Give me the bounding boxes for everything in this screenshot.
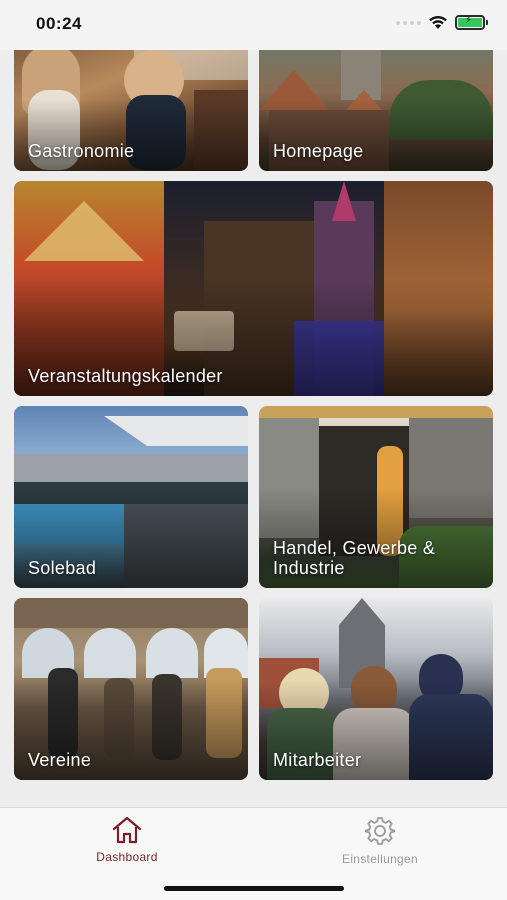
home-indicator [164,886,344,891]
home-icon [112,816,142,844]
wifi-icon [429,15,447,29]
tile-vereine[interactable]: Vereine [14,598,248,780]
tile-solebad[interactable]: Solebad [14,406,248,588]
status-time: 00:24 [36,14,82,33]
tile-handel-gewerbe-industrie[interactable]: Handel, Gewerbe & Industrie [259,406,493,588]
tile-label-gastronomie: Gastronomie [28,141,135,161]
tab-label-dashboard: Dashboard [96,850,158,864]
status-bar: 00:24 ⚡ [0,0,507,50]
tile-label-mitarbeiter: Mitarbeiter [273,750,362,770]
status-icons: ⚡ [396,15,488,30]
tile-label-veranstaltungskalender: Veranstaltungskalender [28,366,223,386]
dashboard-grid: Gastronomie Homepage Veranstaltungskalen… [0,50,507,807]
tab-label-einstellungen: Einstellungen [342,852,418,866]
tile-label-homepage: Homepage [273,141,364,161]
tab-bar: Dashboard Einstellungen [0,807,507,900]
tab-einstellungen[interactable]: Einstellungen [320,816,440,876]
tile-gastronomie[interactable]: Gastronomie [14,50,248,171]
tile-label-vereine: Vereine [28,750,92,770]
tile-label-solebad: Solebad [28,558,97,578]
tile-label-handel-gewerbe-industrie: Handel, Gewerbe & Industrie [273,538,436,578]
tile-veranstaltungskalender[interactable]: Veranstaltungskalender [14,181,493,396]
battery-charging-icon: ⚡ [455,15,488,30]
gear-icon [365,817,395,845]
tab-dashboard[interactable]: Dashboard [67,816,187,876]
tile-homepage[interactable]: Homepage [259,50,493,171]
tile-mitarbeiter[interactable]: Mitarbeiter [259,598,493,780]
signal-dots-icon [396,20,421,25]
